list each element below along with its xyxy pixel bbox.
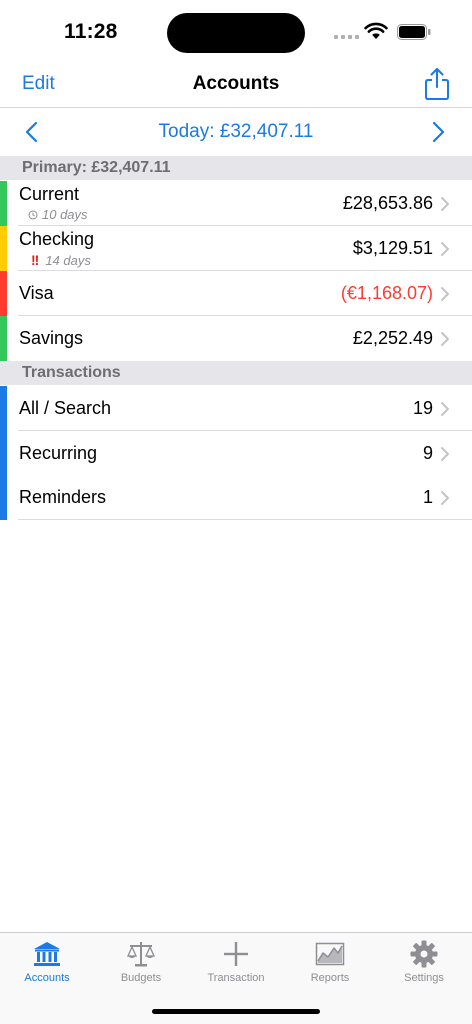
tab-transaction[interactable]: Transaction <box>189 933 283 993</box>
tab-label: Accounts <box>24 972 70 984</box>
account-name: Checking <box>19 229 95 249</box>
chevron-right-icon <box>441 287 449 301</box>
tab-reports[interactable]: Reports <box>283 933 377 993</box>
page-title: Accounts <box>192 73 280 94</box>
chart-icon <box>315 942 345 966</box>
tab-accounts[interactable]: Accounts <box>0 933 94 993</box>
account-age: !! 14 days <box>31 252 91 268</box>
tab-label: Settings <box>404 972 444 984</box>
section-header-transactions: Transactions <box>0 361 472 385</box>
share-icon[interactable] <box>424 67 450 101</box>
row-color-bar <box>0 431 7 476</box>
chevron-right-icon <box>441 197 449 211</box>
cellular-signal-icon <box>334 35 359 39</box>
account-name: Visa <box>19 283 54 303</box>
account-row-savings[interactable]: Savings £2,252.49 <box>0 316 472 361</box>
alert-icon: !! <box>31 252 39 268</box>
status-bar: 11:28 <box>0 0 472 62</box>
row-count: 9 <box>422 443 433 463</box>
account-name: Current <box>19 184 80 204</box>
tab-settings[interactable]: Settings <box>377 933 471 993</box>
row-count: 1 <box>422 487 433 507</box>
row-label: Recurring <box>19 443 98 463</box>
account-row-visa[interactable]: Visa (€1,168.07) <box>0 271 472 316</box>
account-balance: £28,653.86 <box>342 193 433 213</box>
home-indicator[interactable] <box>152 1009 320 1014</box>
row-divider <box>18 519 472 520</box>
status-time: 11:28 <box>64 20 118 43</box>
clock-icon <box>28 210 38 219</box>
row-label: Reminders <box>19 487 107 507</box>
account-age: 10 days <box>28 207 88 222</box>
row-color-bar <box>0 475 7 520</box>
scale-icon <box>126 942 156 967</box>
date-total-label[interactable]: Today: £32,407.11 <box>0 121 472 143</box>
account-balance: $3,129.51 <box>352 238 433 258</box>
wifi-icon <box>364 22 388 39</box>
account-age-text: 10 days <box>42 207 88 222</box>
tab-budgets[interactable]: Budgets <box>94 933 188 993</box>
chevron-right-icon <box>441 242 449 256</box>
tab-label: Reports <box>310 972 350 984</box>
plus-icon <box>224 942 248 966</box>
chevron-right-icon <box>441 491 449 505</box>
account-age-text: 14 days <box>45 252 91 268</box>
chevron-right-icon <box>441 402 449 416</box>
chevron-right-icon[interactable] <box>430 121 446 143</box>
account-color-bar <box>0 316 7 361</box>
gear-icon <box>410 940 438 968</box>
tab-label: Budgets <box>120 972 162 984</box>
bank-icon <box>34 942 60 966</box>
account-name: Savings <box>19 328 84 348</box>
dynamic-island <box>167 13 305 53</box>
section-header-label: Transactions <box>22 364 121 381</box>
account-color-bar <box>0 181 7 226</box>
transactions-row-reminders[interactable]: Reminders 1 <box>0 475 472 520</box>
chevron-right-icon <box>441 447 449 461</box>
account-balance: £2,252.49 <box>352 328 433 348</box>
row-label: All / Search <box>19 398 112 418</box>
row-color-bar <box>0 386 7 431</box>
navigation-bar: Edit Accounts <box>0 62 472 108</box>
tab-label: Transaction <box>207 972 265 984</box>
transactions-row-all-search[interactable]: All / Search 19 <box>0 386 472 431</box>
account-row-checking[interactable]: Checking !! 14 days $3,129.51 <box>0 226 472 271</box>
row-count: 19 <box>412 398 433 418</box>
section-header-label: Primary: £32,407.11 <box>22 159 171 176</box>
account-color-bar <box>0 271 7 316</box>
section-header-primary: Primary: £32,407.11 <box>0 156 472 180</box>
account-color-bar <box>0 226 7 271</box>
date-navigator: Today: £32,407.11 <box>0 108 472 156</box>
account-row-current[interactable]: Current 10 days £28,653.86 <box>0 181 472 226</box>
account-balance: (€1,168.07) <box>340 283 433 303</box>
battery-icon <box>397 24 431 40</box>
chevron-right-icon <box>441 332 449 346</box>
transactions-row-recurring[interactable]: Recurring 9 <box>0 431 472 476</box>
